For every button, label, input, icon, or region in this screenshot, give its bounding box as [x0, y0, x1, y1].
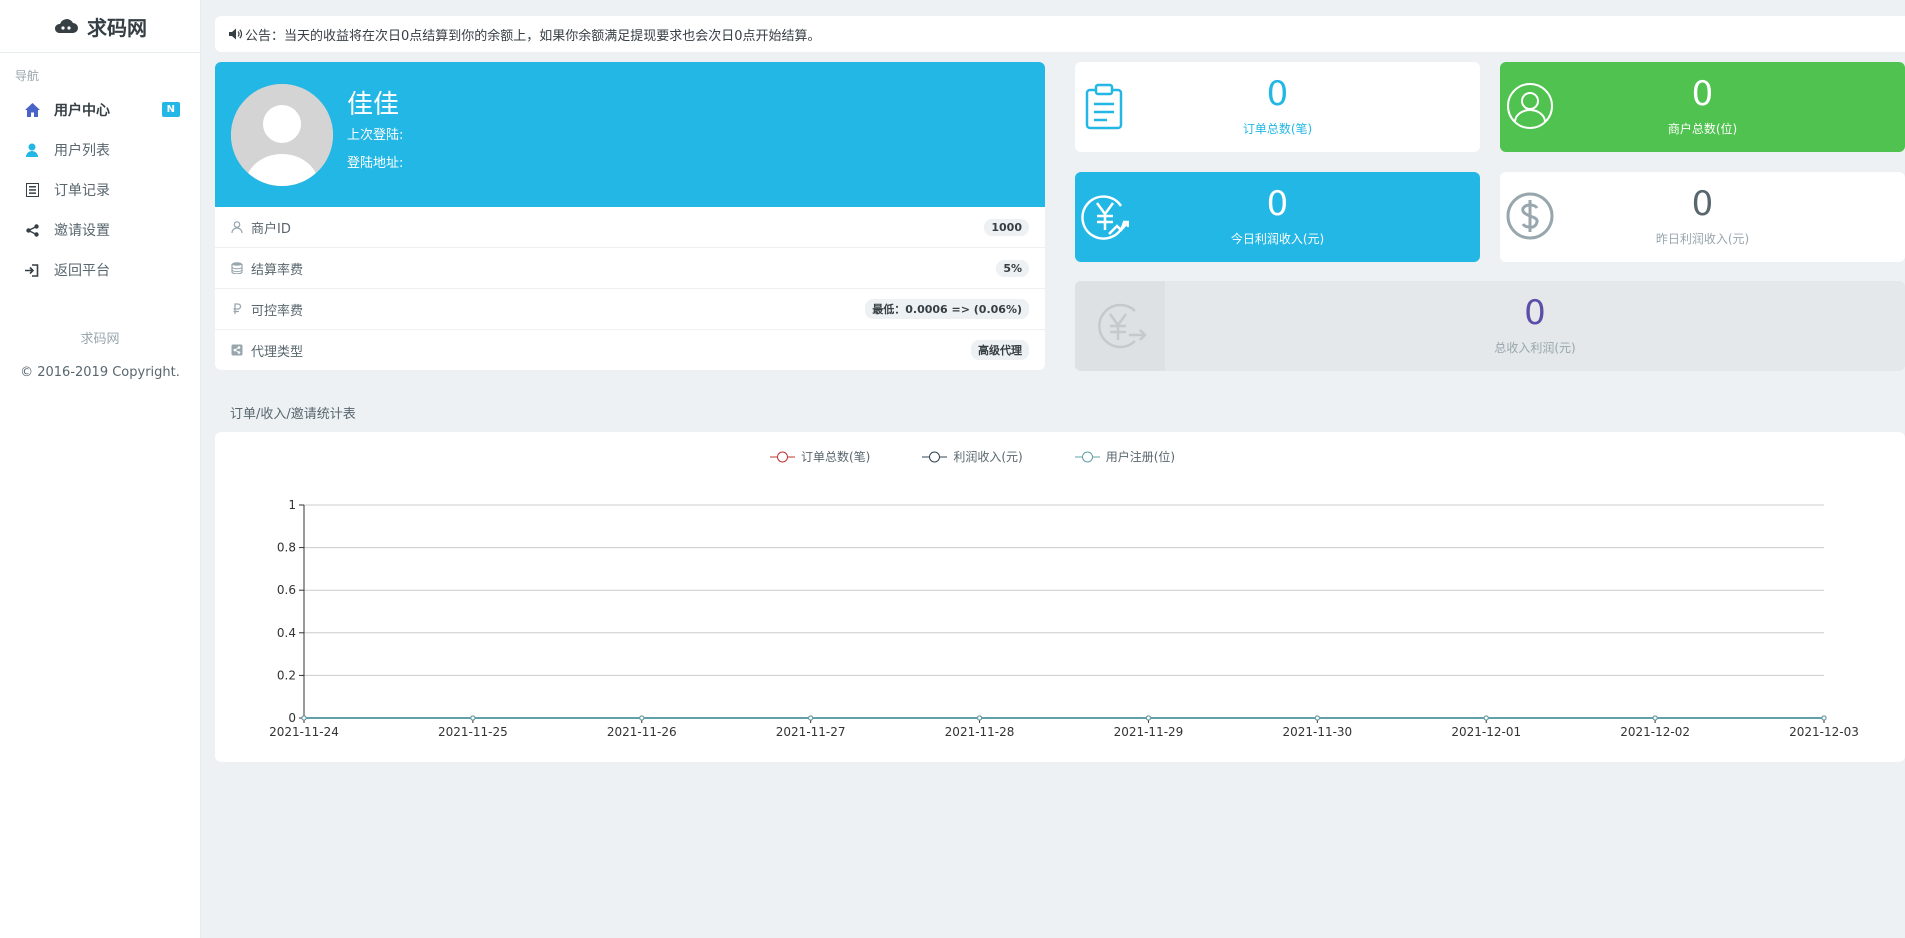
- series-point-2: [1483, 715, 1489, 721]
- x-tick-label: 2021-12-01: [1451, 725, 1521, 739]
- series-point-2: [977, 715, 983, 721]
- x-tick-label: 2021-12-03: [1789, 725, 1859, 739]
- series-point-2: [808, 715, 814, 721]
- x-tick-label: 2021-11-28: [945, 725, 1015, 739]
- x-tick-label: 2021-11-25: [438, 725, 508, 739]
- x-tick-label: 2021-11-29: [1114, 725, 1184, 739]
- series-point-2: [639, 715, 645, 721]
- series-point-2: [301, 715, 307, 721]
- y-tick-label: 1: [288, 498, 296, 512]
- y-tick-label: 0: [288, 711, 296, 725]
- y-tick-label: 0.2: [277, 668, 296, 682]
- x-tick-label: 2021-11-24: [269, 725, 339, 739]
- x-tick-label: 2021-11-26: [607, 725, 677, 739]
- series-point-2: [470, 715, 476, 721]
- x-tick-label: 2021-11-30: [1282, 725, 1352, 739]
- series-point-2: [1652, 715, 1658, 721]
- series-point-2: [1145, 715, 1151, 721]
- x-tick-label: 2021-12-02: [1620, 725, 1690, 739]
- y-tick-label: 0.8: [277, 541, 296, 555]
- series-point-2: [1314, 715, 1320, 721]
- series-point-2: [1821, 715, 1827, 721]
- line-chart: 0 0.2 0.4 0.6 0.8 1 2021-11-24 2021-11-25 2021-1…: [269, 498, 1859, 739]
- x-tick-label: 2021-11-27: [776, 725, 846, 739]
- y-tick-label: 0.6: [277, 583, 296, 597]
- y-tick-label: 0.4: [277, 626, 296, 640]
